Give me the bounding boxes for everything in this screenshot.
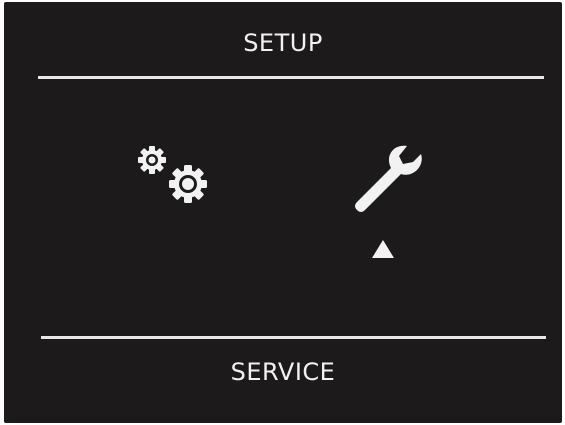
screen-title: SETUP — [243, 29, 323, 57]
gears-icon[interactable] — [134, 138, 214, 208]
wrench-icon[interactable] — [351, 142, 427, 212]
top-divider — [38, 76, 544, 79]
selected-item-label: SERVICE — [230, 358, 336, 386]
triangle-up-icon — [370, 238, 396, 260]
device-screen: SETUP SERVICE — [4, 2, 562, 423]
bottom-divider — [41, 336, 546, 339]
